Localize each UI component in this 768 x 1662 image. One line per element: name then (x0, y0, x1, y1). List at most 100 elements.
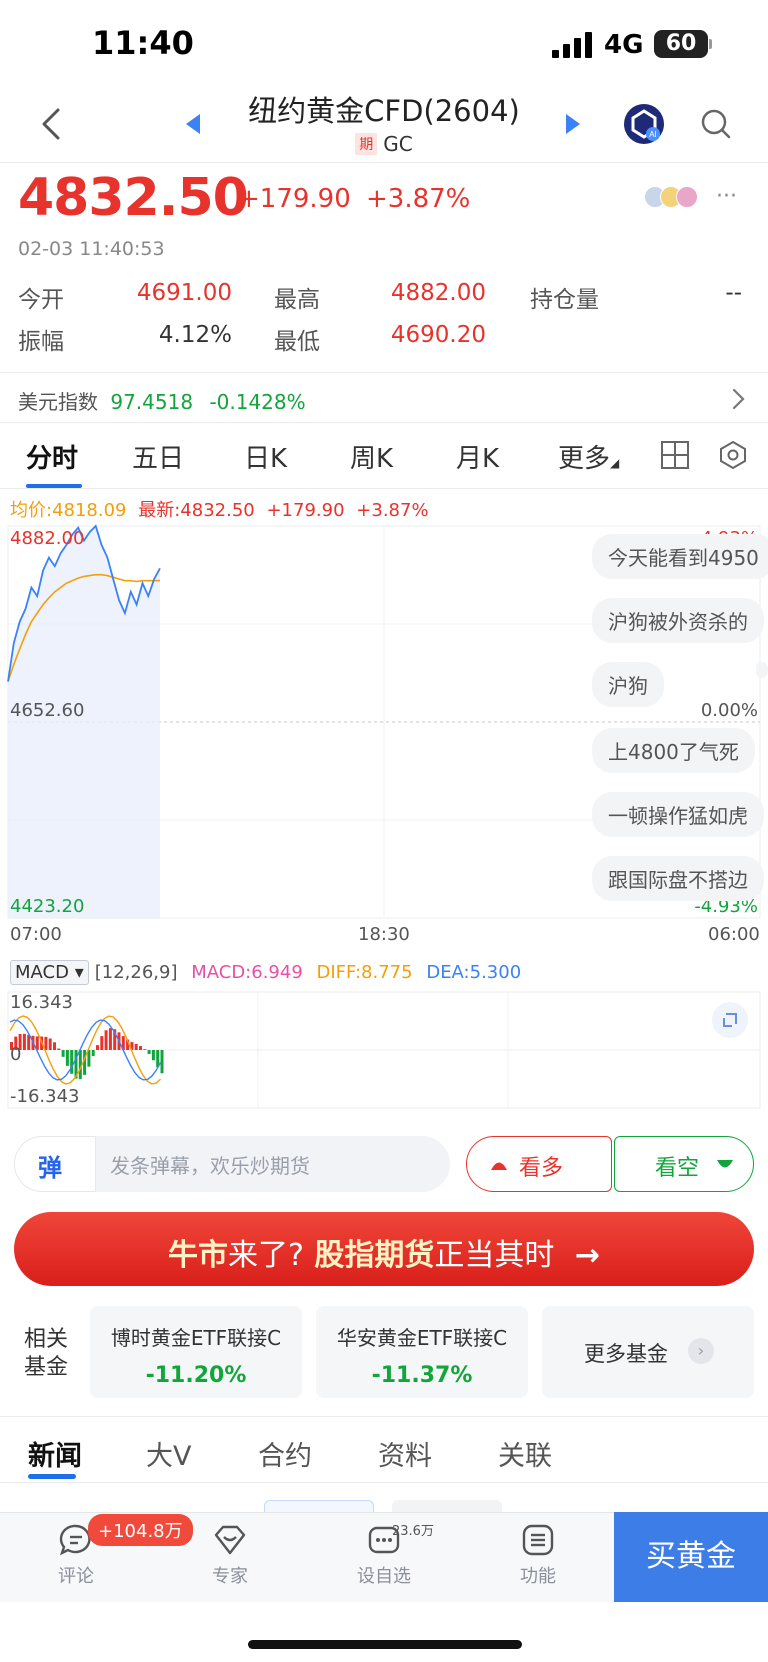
nav-favorite-label: 设自选 (357, 1566, 411, 1587)
viewer-avatars[interactable] (644, 186, 698, 212)
home-indicator (248, 1640, 522, 1649)
macd-bar (91, 1050, 95, 1057)
avatar (676, 186, 698, 208)
search-icon[interactable] (700, 108, 732, 140)
danmaku-bubble[interactable]: 跟国际盘不搭边 (592, 856, 764, 901)
tab-daily-k[interactable]: 日K (244, 438, 287, 475)
danmaku-bubble-partial[interactable] (756, 662, 768, 678)
svg-text:AI: AI (649, 130, 657, 139)
danmaku-bubble[interactable]: 沪狗被外资杀的 (592, 598, 764, 643)
usd-index-value: 97.4518 (110, 390, 194, 414)
banner-part: 正当其时 (434, 1238, 555, 1273)
pct-axis-mid-label: 0.00% (700, 700, 758, 721)
macd-axis-zero: 0 (10, 1044, 22, 1065)
header-divider (0, 162, 768, 163)
macd-bar (151, 1050, 155, 1061)
danmaku-bubble[interactable]: 一顿操作猛如虎 (592, 792, 764, 837)
funds-divider (0, 1416, 768, 1417)
tab-weekly-k[interactable]: 周K (350, 438, 393, 475)
macd-bar (65, 1050, 69, 1066)
macd-info-line: MACD ▾ [12,26,9] MACD:6.949 DIFF:8.775 DE… (10, 960, 521, 985)
nav-function-label: 功能 (520, 1566, 556, 1587)
bearish-button[interactable]: 看空 (614, 1136, 754, 1192)
chart-change: +179.90 (266, 500, 345, 521)
tab-more[interactable]: 更多◢ (558, 438, 619, 475)
danmaku-placeholder: 发条弹幕，欢乐炒期货 (110, 1154, 310, 1178)
usd-index-change: -0.1428% (209, 390, 306, 414)
dea-value: DEA:5.300 (426, 962, 522, 983)
arrow-right-icon: → (574, 1238, 600, 1273)
tab-news[interactable]: 新闻 (28, 1434, 82, 1473)
stat-label-amplitude: 振幅 (18, 329, 64, 355)
more-icon[interactable]: ··· (716, 184, 737, 209)
nav-expert[interactable]: 专家 (190, 1522, 270, 1588)
promo-banner-text: 牛市来了? 股指期货正当其时 → (14, 1230, 754, 1274)
usd-index-row[interactable]: 美元指数 97.4518 -0.1428% (18, 386, 306, 415)
danmaku-bubble[interactable]: 上4800了气死 (592, 728, 755, 773)
dropdown-caret-icon: ◢ (610, 456, 620, 470)
next-contract-icon[interactable] (566, 114, 580, 134)
macd-bar (48, 1038, 52, 1050)
macd-bar (143, 1049, 147, 1050)
macd-bar (147, 1050, 151, 1054)
tab-intraday[interactable]: 分时 (26, 438, 78, 475)
y-axis-top-label: 4882.00 (10, 528, 85, 549)
banner-part: 牛市 (168, 1238, 228, 1273)
chart-change-pct: +3.87% (356, 500, 429, 521)
tab-big-v[interactable]: 大V (146, 1434, 191, 1473)
grid-layout-icon[interactable] (660, 440, 690, 470)
tab-related[interactable]: 关联 (498, 1434, 552, 1473)
nav-function[interactable]: 功能 (498, 1522, 578, 1588)
usd-index-label: 美元指数 (18, 390, 98, 414)
stat-value-amplitude: 4.12% (158, 322, 232, 348)
tabs-divider (0, 488, 768, 489)
arrow-up-icon (491, 1162, 507, 1170)
danmaku-bubble[interactable]: 沪狗 (592, 662, 664, 707)
diff-value: DIFF:8.775 (316, 962, 413, 983)
macd-bar (160, 1050, 164, 1074)
tab-contract[interactable]: 合约 (258, 1434, 312, 1473)
tab-info[interactable]: 资料 (378, 1434, 432, 1473)
stat-label-low: 最低 (274, 329, 320, 355)
stats-divider (0, 372, 768, 373)
fund-card[interactable]: 华安黄金ETF联接C -11.37% (316, 1306, 528, 1398)
macd-bar (61, 1050, 65, 1057)
banner-part: 股指期货 (314, 1238, 435, 1273)
macd-bar (134, 1043, 138, 1050)
more-funds-button[interactable]: 更多基金 › (542, 1306, 754, 1398)
macd-bar (70, 1050, 74, 1074)
back-icon[interactable] (36, 104, 66, 144)
favorite-count: 23.6万 (392, 1524, 434, 1539)
macd-bar (108, 1028, 112, 1050)
signal-icon (552, 32, 592, 58)
indicator-select[interactable]: MACD ▾ (10, 960, 89, 985)
fund-name: 华安黄金ETF联接C (336, 1326, 508, 1350)
page-title: 纽约黄金CFD(2604) (248, 94, 520, 128)
quote-timestamp: 02-03 11:40:53 (18, 238, 165, 260)
macd-axis-bottom: -16.343 (10, 1086, 80, 1107)
tab-five-day[interactable]: 五日 (132, 438, 184, 475)
prev-contract-icon[interactable] (186, 114, 200, 134)
macd-bar (53, 1042, 56, 1050)
status-time: 11:40 (92, 24, 194, 62)
macd-chart[interactable] (0, 988, 768, 1112)
settings-icon[interactable] (718, 440, 748, 470)
buy-gold-button[interactable]: 买黄金 (614, 1512, 768, 1602)
futures-tag: 期 (355, 133, 378, 155)
fund-return: -11.37% (371, 1363, 473, 1388)
bullish-button[interactable]: 看多 (466, 1136, 612, 1192)
news-chip[interactable] (392, 1500, 502, 1512)
indicator-select-label: MACD (15, 962, 69, 983)
usd-divider (0, 422, 768, 423)
ai-assistant-icon[interactable]: AI (624, 104, 664, 144)
danmaku-bubble[interactable]: 今天能看到4950 (592, 534, 768, 579)
news-chip[interactable] (264, 1500, 374, 1512)
expand-icon[interactable] (712, 1002, 748, 1038)
fund-card[interactable]: 博时黄金ETF联接C -11.20% (90, 1306, 302, 1398)
tab-monthly-k[interactable]: 月K (456, 438, 499, 475)
price-change-pct: +3.87% (366, 184, 471, 214)
macd-params: [12,26,9] (94, 962, 178, 983)
fund-name: 博时黄金ETF联接C (110, 1326, 282, 1350)
chevron-right-icon[interactable] (728, 386, 748, 412)
stat-label-high: 最高 (274, 287, 320, 313)
